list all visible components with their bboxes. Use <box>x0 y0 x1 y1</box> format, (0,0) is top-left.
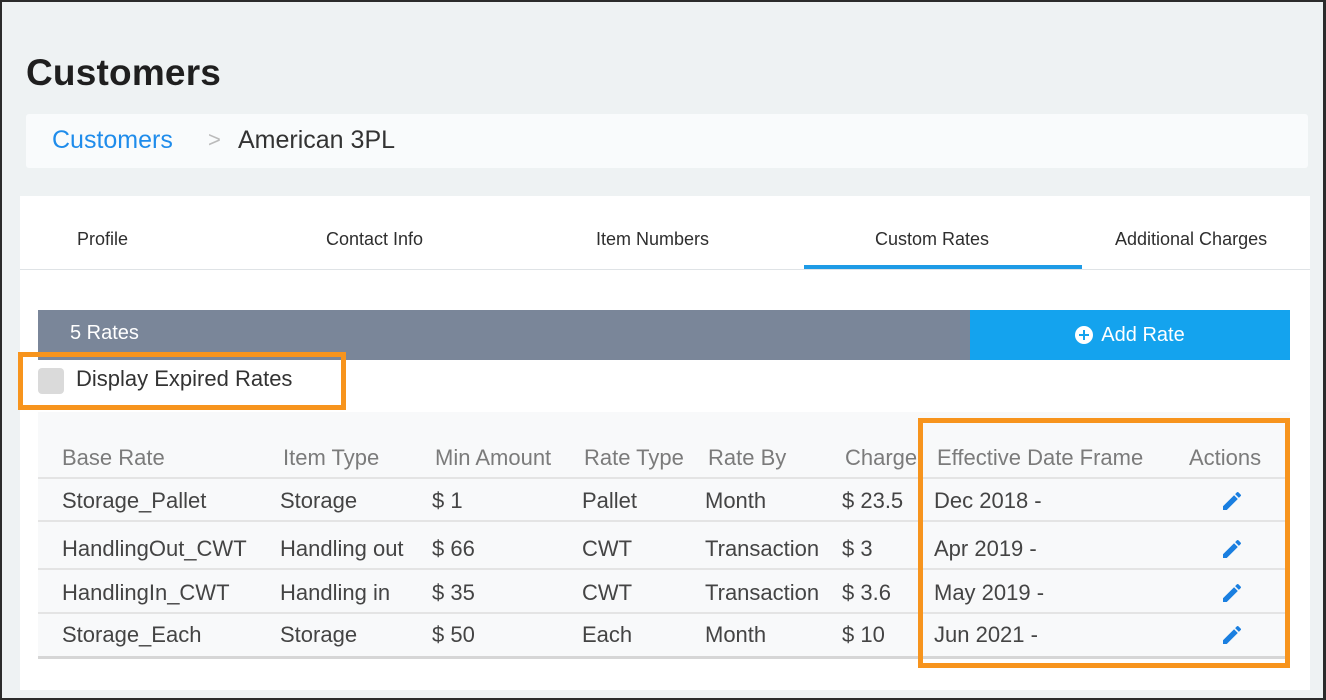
tab-item-numbers[interactable]: Item Numbers <box>596 229 709 250</box>
plus-circle-icon <box>1075 326 1094 344</box>
app-window: Customers Customers > American 3PL Profi… <box>0 0 1326 700</box>
cell-min-amount: $ 66 <box>432 536 475 561</box>
cell-min-amount: $ 1 <box>432 488 463 513</box>
add-rate-label: Add Rate <box>1101 323 1185 346</box>
cell-rate-type: CWT <box>582 580 633 605</box>
page-title: Customers <box>26 52 222 93</box>
cell-rate-by: Transaction <box>705 580 820 605</box>
cell-base-rate: HandlingOut_CWT <box>62 536 247 561</box>
cell-charge: $ 10 <box>842 622 885 647</box>
breadcrumb-customers-link[interactable]: Customers <box>52 126 173 155</box>
effective-actions-highlight-box <box>918 418 1290 668</box>
breadcrumb-separator-icon: > <box>208 127 221 152</box>
header-min-amount[interactable]: Min Amount <box>435 445 551 471</box>
header-rate-type[interactable]: Rate Type <box>584 445 684 471</box>
cell-charge: $ 23.5 <box>842 488 904 513</box>
header-item-type[interactable]: Item Type <box>283 445 379 471</box>
cell-item-type: Storage <box>280 488 358 513</box>
tab-profile[interactable]: Profile <box>77 229 128 250</box>
tab-additional-charges[interactable]: Additional Charges <box>1115 229 1267 250</box>
cell-rate-type: CWT <box>582 536 633 561</box>
cell-item-type: Handling in <box>280 580 391 605</box>
cell-min-amount: $ 35 <box>432 580 475 605</box>
add-rate-button[interactable]: Add Rate <box>970 310 1290 360</box>
display-expired-label[interactable]: Display Expired Rates <box>76 366 292 392</box>
cell-base-rate: Storage_Pallet <box>62 488 207 513</box>
cell-rate-by: Month <box>705 488 767 513</box>
display-expired-checkbox[interactable] <box>38 368 64 394</box>
cell-item-type: Storage <box>280 622 358 647</box>
tab-bar: Profile Contact Info Item Numbers Custom… <box>20 196 1310 270</box>
header-charge[interactable]: Charge <box>845 445 921 471</box>
active-tab-indicator <box>804 265 1082 269</box>
header-rate-by[interactable]: Rate By <box>708 445 786 471</box>
cell-charge: $ 3.6 <box>842 580 891 605</box>
tab-custom-rates[interactable]: Custom Rates <box>875 229 989 250</box>
cell-rate-type: Each <box>582 622 633 647</box>
breadcrumb-current: American 3PL <box>238 126 396 154</box>
cell-rate-type: Pallet <box>582 488 638 513</box>
cell-item-type: Handling out <box>280 536 404 561</box>
header-base-rate[interactable]: Base Rate <box>62 445 165 471</box>
cell-charge: $ 3 <box>842 536 873 561</box>
breadcrumb: Customers > American 3PL <box>26 114 1308 168</box>
cell-rate-by: Transaction <box>705 536 820 561</box>
cell-base-rate: Storage_Each <box>62 622 202 647</box>
cell-rate-by: Month <box>705 622 767 647</box>
cell-base-rate: HandlingIn_CWT <box>62 580 230 605</box>
rates-count: 5 Rates <box>70 322 139 344</box>
tab-contact-info[interactable]: Contact Info <box>326 229 423 250</box>
cell-min-amount: $ 50 <box>432 622 475 647</box>
